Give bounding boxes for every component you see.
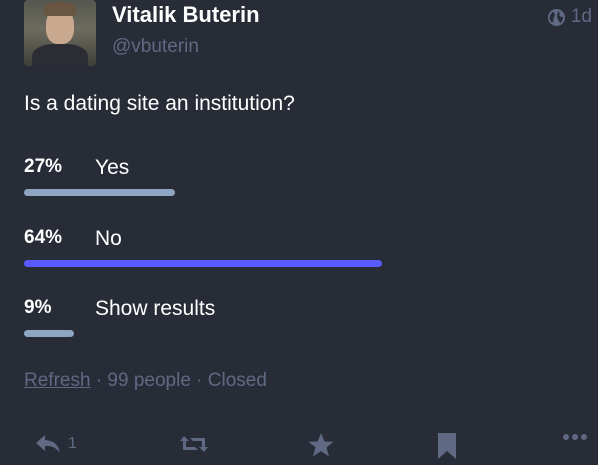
status-timestamp[interactable]: 1d: [547, 6, 592, 28]
boost-icon: [180, 436, 208, 452]
avatar-hair: [44, 2, 76, 16]
refresh-link[interactable]: Refresh: [24, 370, 91, 391]
account-handle[interactable]: @vbuterin: [112, 36, 199, 58]
display-name[interactable]: Vitalik Buterin: [112, 2, 260, 28]
poll-option-bar: [24, 330, 74, 337]
poll-state: Closed: [207, 370, 267, 391]
bookmark-icon: [438, 433, 456, 459]
poll-option-percent: 27%: [24, 156, 63, 177]
poll-option-percent: 64%: [24, 227, 63, 248]
poll-option-bar: [24, 260, 382, 267]
favourite-button[interactable]: [307, 432, 335, 458]
avatar-shirt: [32, 44, 88, 66]
poll-option-label: Yes: [95, 156, 130, 179]
globe-icon: [547, 8, 565, 26]
separator: ·: [190, 370, 208, 391]
poll-footer: Refresh · 99 people · Closed: [24, 370, 267, 392]
ellipsis-icon: [563, 434, 587, 440]
separator: ·: [90, 370, 108, 391]
more-button[interactable]: [562, 432, 588, 442]
poll-option-percent: 9%: [24, 297, 52, 318]
reply-count: 1: [68, 435, 77, 452]
star-icon: [308, 433, 334, 457]
status-content: Is a dating site an institution?: [24, 92, 295, 115]
poll-option-label: No: [95, 227, 122, 250]
poll-option-bar: [24, 189, 175, 196]
boost-button[interactable]: [178, 432, 210, 456]
poll-option-label: Show results: [95, 297, 216, 320]
voter-count: 99 people: [107, 370, 191, 391]
avatar[interactable]: [24, 0, 96, 66]
reply-icon: [36, 435, 60, 453]
action-bar: 1: [0, 432, 598, 465]
relative-time: 1d: [570, 6, 592, 27]
reply-button[interactable]: 1: [34, 432, 77, 456]
bookmark-button[interactable]: [436, 432, 458, 460]
